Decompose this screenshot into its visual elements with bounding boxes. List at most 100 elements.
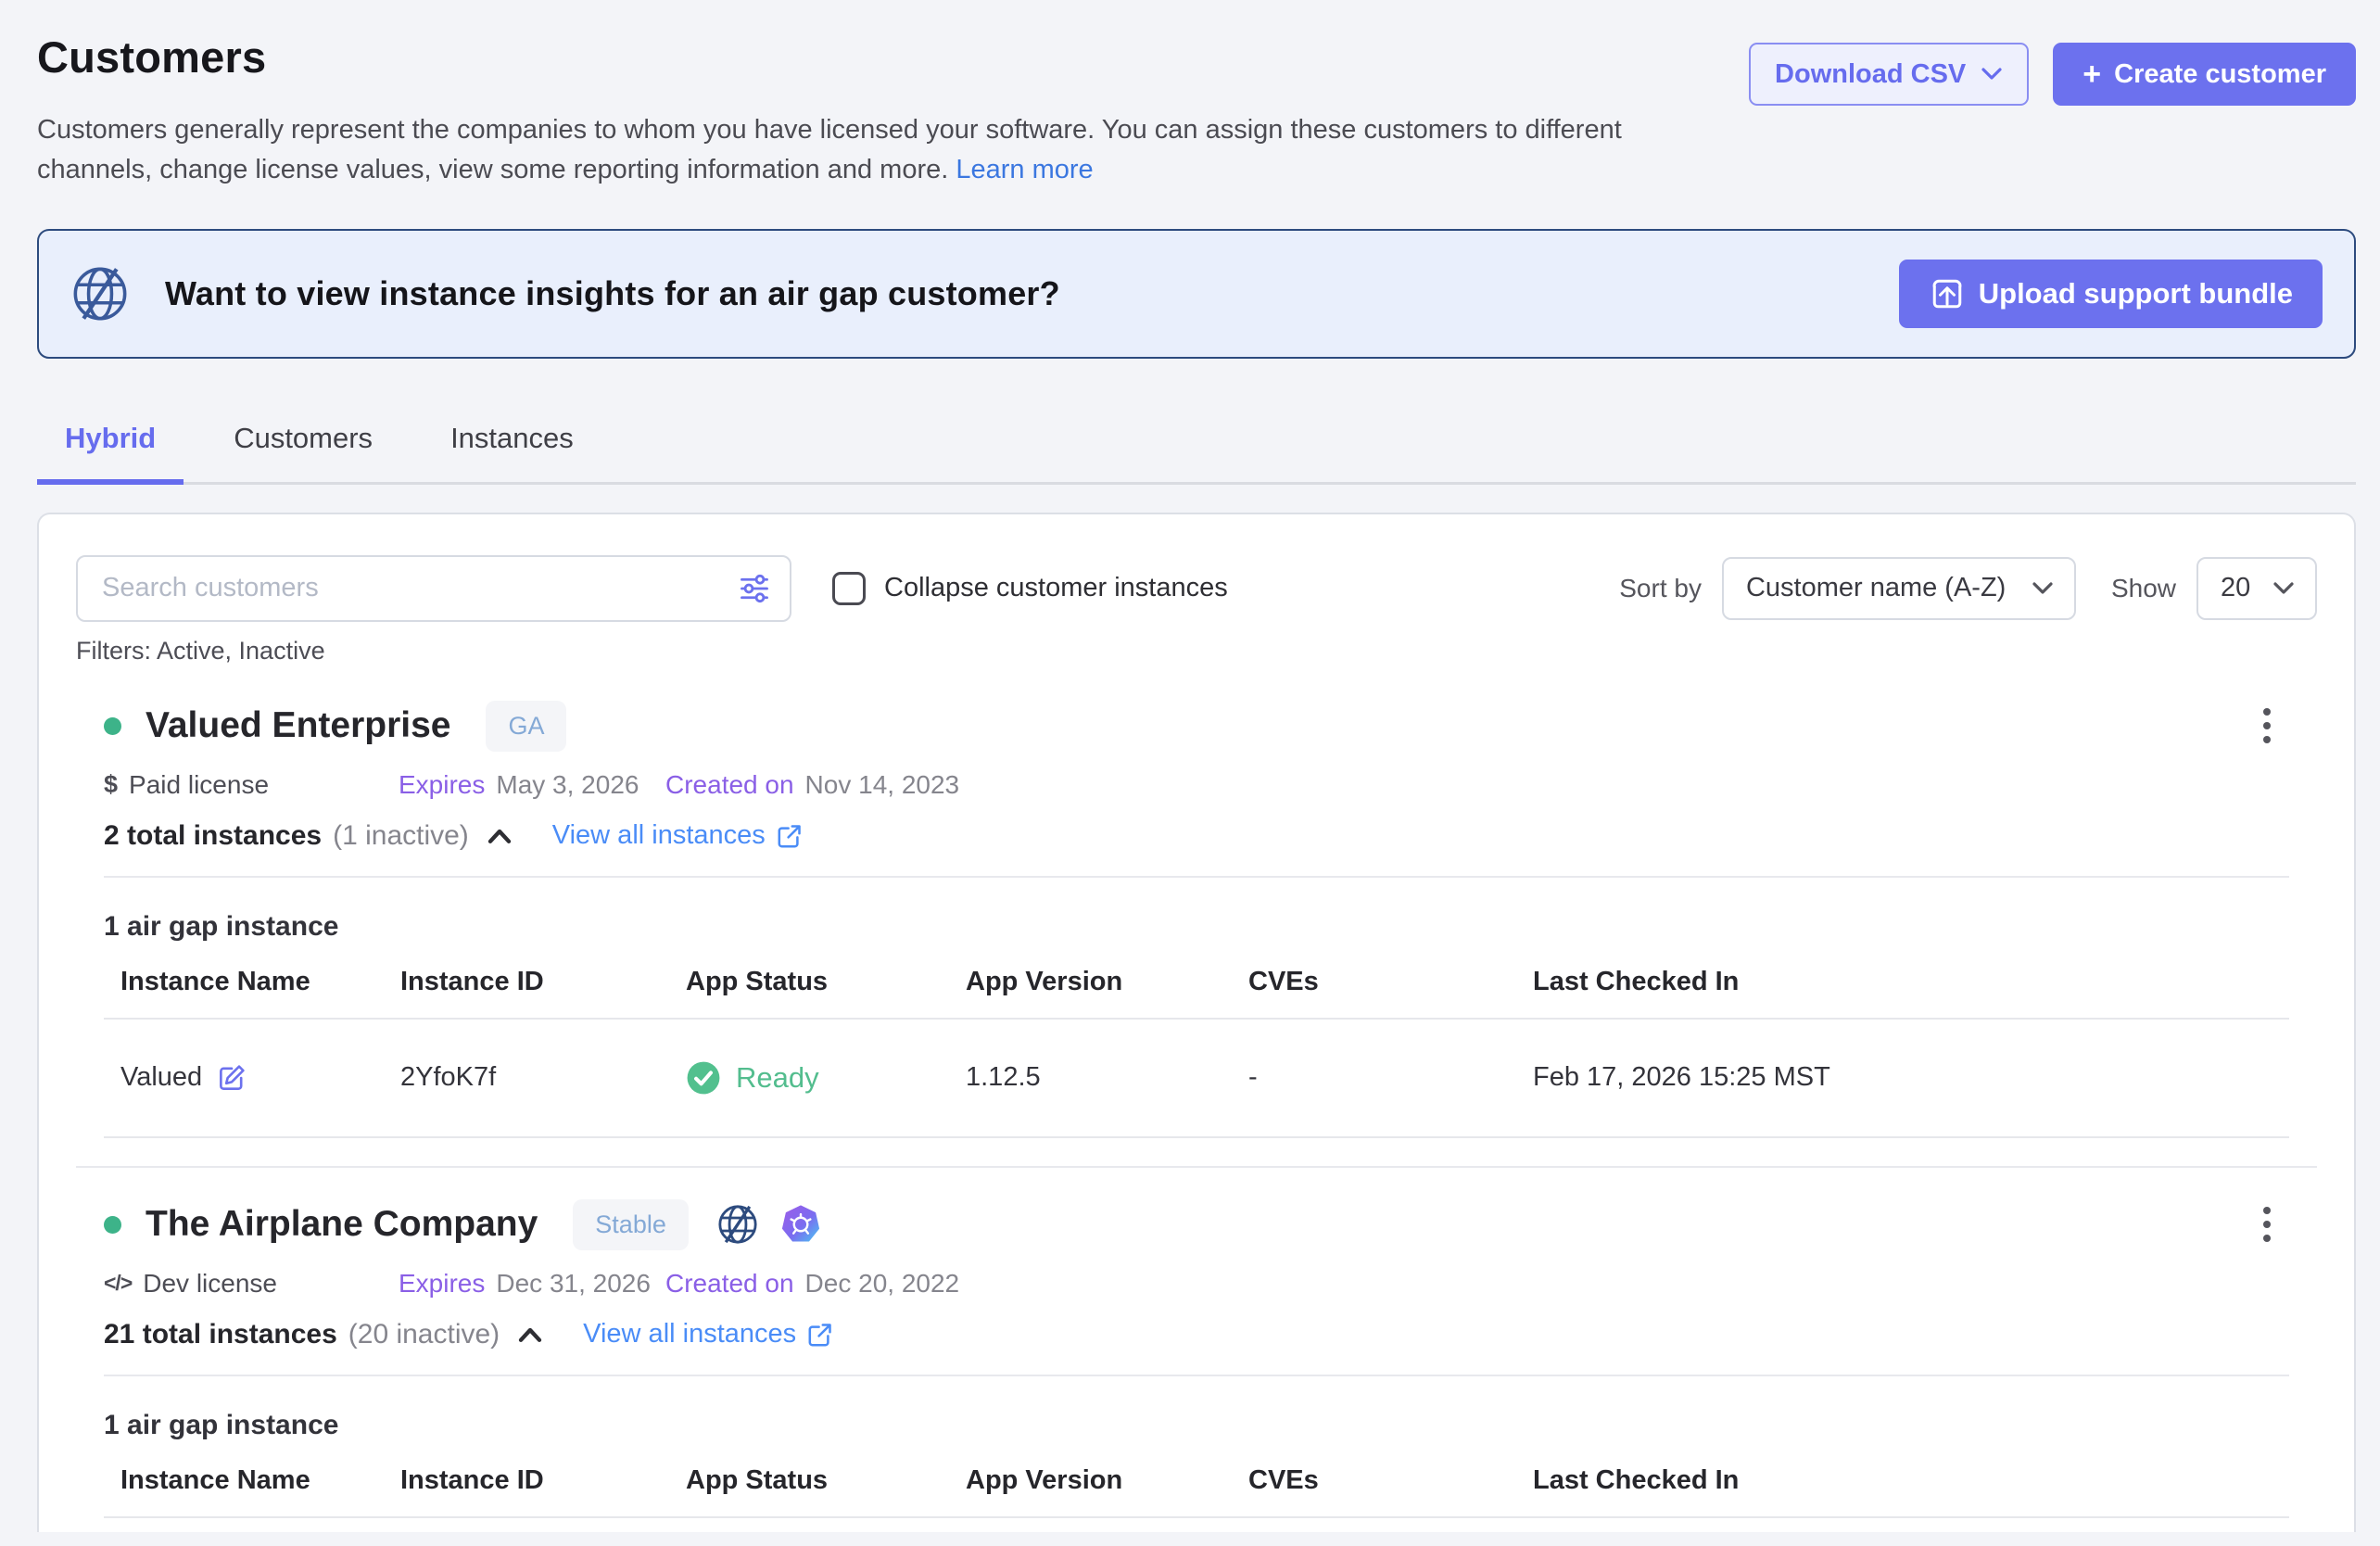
sort-by-value: Customer name (A-Z)	[1746, 573, 2006, 603]
view-all-instances-link[interactable]: View all instances	[583, 1319, 833, 1350]
collapse-instances-checkbox[interactable]	[832, 572, 866, 605]
paid-license-icon: $	[104, 770, 118, 799]
tab-bar: Hybrid Customers Instances	[37, 416, 2356, 485]
divider	[104, 1375, 2289, 1376]
page-title: Customers	[37, 32, 1622, 82]
search-wrap	[76, 555, 791, 622]
col-app-status: App Status	[669, 1465, 949, 1517]
created-meta: Created on Nov 14, 2023	[665, 770, 959, 800]
create-customer-button[interactable]: + Create customer	[2053, 43, 2356, 106]
expires-value: May 3, 2026	[496, 770, 639, 800]
col-instance-id: Instance ID	[384, 967, 669, 1019]
edit-icon[interactable]	[217, 1063, 247, 1093]
created-on-label: Created on	[665, 1269, 794, 1299]
license-type-label: Paid license	[129, 770, 269, 800]
col-last-checked-in: Last Checked In	[1516, 1465, 2289, 1517]
ready-check-icon	[686, 1060, 721, 1096]
sort-by-label: Sort by	[1619, 574, 1702, 603]
page-description: Customers generally represent the compan…	[37, 110, 1622, 190]
license-type-label: Dev license	[143, 1269, 277, 1299]
customer-row-valued-enterprise: Valued Enterprise GA $ Paid license Expi…	[76, 701, 2317, 1138]
learn-more-link[interactable]: Learn more	[956, 155, 1093, 184]
view-all-instances-link[interactable]: View all instances	[552, 820, 803, 851]
total-instances-count: 2 total instances	[104, 820, 322, 852]
col-instance-id: Instance ID	[384, 1465, 669, 1517]
customer-name[interactable]: Valued Enterprise	[146, 705, 450, 746]
col-last-checked-in: Last Checked In	[1516, 967, 2289, 1019]
external-link-icon	[807, 1322, 833, 1348]
instances-table: Instance Name Instance ID App Status App…	[104, 967, 2289, 1138]
customer-meta-row: $ Paid license Expires May 3, 2026 Creat…	[104, 770, 2289, 800]
download-csv-button[interactable]: Download CSV	[1749, 43, 2029, 106]
table-header-row: Instance Name Instance ID App Status App…	[104, 1465, 2289, 1517]
search-input[interactable]	[76, 555, 791, 622]
airgap-globe-icon	[716, 1203, 759, 1246]
upload-support-bundle-button[interactable]: Upload support bundle	[1899, 260, 2323, 328]
expires-label: Expires	[399, 770, 485, 800]
col-instance-name: Instance Name	[104, 1465, 384, 1517]
table-row: Valued 2YfoK7f	[104, 1019, 2289, 1137]
license-type: $ Paid license	[104, 770, 399, 800]
toolbar: Collapse customer instances Sort by Cust…	[76, 555, 2317, 622]
col-cves: CVEs	[1232, 967, 1516, 1019]
show-select[interactable]: 20	[2196, 557, 2317, 620]
tab-hybrid[interactable]: Hybrid	[37, 416, 184, 485]
active-status-dot	[104, 717, 121, 735]
kubernetes-icon	[779, 1203, 822, 1246]
channel-badge: Stable	[573, 1199, 689, 1250]
chevron-up-icon	[516, 1325, 544, 1344]
collapse-section-toggle[interactable]	[486, 827, 513, 845]
page-description-line1: Customers generally represent the compan…	[37, 115, 1622, 145]
page-description-line2: channels, change license values, view so…	[37, 155, 948, 184]
download-csv-label: Download CSV	[1775, 59, 1966, 90]
col-instance-name: Instance Name	[104, 967, 384, 1019]
instances-table: Instance Name Instance ID App Status App…	[104, 1465, 2289, 1518]
filter-sliders-icon[interactable]	[738, 572, 771, 605]
instances-summary-row: 21 total instances (20 inactive) View al…	[104, 1319, 2289, 1350]
expires-meta: Expires Dec 31, 2026	[399, 1269, 665, 1299]
app-version: 1.12.5	[949, 1019, 1232, 1137]
expires-meta: Expires May 3, 2026	[399, 770, 665, 800]
table-header-row: Instance Name Instance ID App Status App…	[104, 967, 2289, 1019]
col-app-status: App Status	[669, 967, 949, 1019]
collapse-instances-checkbox-row[interactable]: Collapse customer instances	[832, 572, 1228, 605]
page-header-left: Customers Customers generally represent …	[37, 32, 1622, 190]
collapse-section-toggle[interactable]	[516, 1325, 544, 1344]
customer-name-row: The Airplane Company Stable	[104, 1199, 2289, 1250]
customer-menu-kebab-icon[interactable]	[2256, 701, 2278, 751]
airgap-banner-title: Want to view instance insights for an ai…	[165, 274, 1060, 313]
chevron-down-icon	[1981, 67, 2003, 82]
instance-name: Valued	[120, 1062, 202, 1093]
app-status-text: Ready	[736, 1061, 819, 1095]
show-value: 20	[2221, 573, 2250, 603]
license-type: </> Dev license	[104, 1269, 399, 1299]
last-checked-in: Feb 17, 2026 15:25 MST	[1516, 1019, 2289, 1137]
customers-card: Collapse customer instances Sort by Cust…	[37, 513, 2356, 1532]
app-status: Ready	[686, 1060, 949, 1096]
instance-id: 2YfoK7f	[384, 1019, 669, 1137]
chevron-up-icon	[486, 827, 513, 845]
sort-by-select[interactable]: Customer name (A-Z)	[1722, 557, 2076, 620]
inactive-instances-count: (1 inactive)	[333, 820, 469, 852]
col-app-version: App Version	[949, 1465, 1232, 1517]
cves-value: -	[1232, 1019, 1516, 1137]
dev-license-icon: </>	[104, 1271, 132, 1296]
col-app-version: App Version	[949, 967, 1232, 1019]
customer-name[interactable]: The Airplane Company	[146, 1204, 538, 1245]
view-all-instances-label: View all instances	[552, 820, 766, 851]
external-link-icon	[777, 823, 803, 849]
chevron-down-icon	[2032, 581, 2054, 596]
instances-summary-row: 2 total instances (1 inactive) View all …	[104, 820, 2289, 852]
customer-row-airplane-company: The Airplane Company Stable	[76, 1166, 2317, 1518]
collapse-instances-label: Collapse customer instances	[884, 573, 1228, 603]
airgap-instances-heading: 1 air gap instance	[104, 1410, 2289, 1441]
upload-icon	[1929, 275, 1966, 312]
tab-instances[interactable]: Instances	[423, 416, 601, 485]
expires-value: Dec 31, 2026	[496, 1269, 651, 1299]
customer-name-row: Valued Enterprise GA	[104, 701, 2289, 752]
upload-support-bundle-label: Upload support bundle	[1979, 277, 2293, 310]
install-type-icons	[716, 1203, 822, 1246]
tab-customers[interactable]: Customers	[206, 416, 400, 485]
customer-menu-kebab-icon[interactable]	[2256, 1199, 2278, 1249]
col-cves: CVEs	[1232, 1465, 1516, 1517]
